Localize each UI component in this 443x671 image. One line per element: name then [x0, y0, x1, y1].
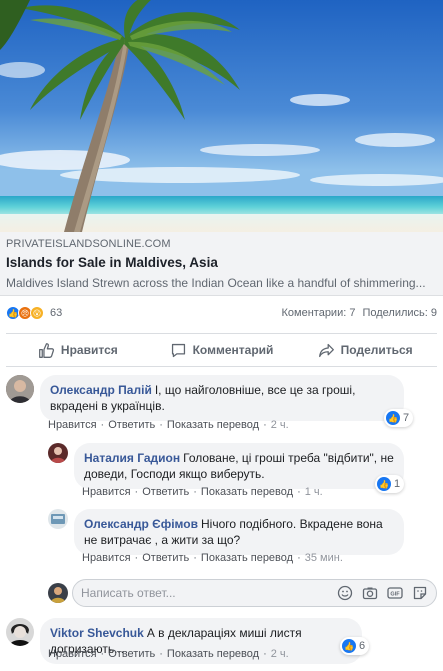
link-title[interactable]: Islands for Sale in Maldives, Asia — [6, 254, 437, 272]
comment-reply-link[interactable]: Ответить — [108, 648, 155, 660]
comment-like-count: 6 — [359, 640, 366, 652]
show-translation-link[interactable]: Показать перевод — [167, 419, 259, 431]
comment-button-label: Комментарий — [192, 343, 274, 357]
link-description: Maldives Island Strewn across the Indian… — [6, 276, 426, 290]
comment-actions: Нравится · Ответить · Показать перевод · 2 … — [48, 648, 289, 660]
svg-text:GIF: GIF — [390, 592, 400, 598]
comment-actions: Нравится · Ответить · Показать перевод · 2 … — [48, 419, 289, 431]
comment-author[interactable]: Наталия Гадион — [84, 451, 180, 465]
reply-comment: Олександр Єфімов Нічого подібного. Вкраде… — [48, 509, 404, 555]
comment-timestamp[interactable]: 2 ч. — [271, 419, 289, 431]
share-button-label: Поделиться — [340, 343, 413, 357]
comment-author[interactable]: Олександр Палій — [50, 383, 152, 397]
thumbs-up-icon — [38, 342, 54, 358]
reactions-summary: 👍 😠 😮 63 Коментарии: 7 Поделились: 9 — [0, 298, 443, 328]
comment-actions: Нравится · Ответить · Показать перевод · 35… — [82, 552, 343, 564]
comment-like-link[interactable]: Нравится — [82, 486, 131, 498]
post-action-bar: Нравится Комментарий Поделиться — [6, 333, 437, 367]
comment-reaction-badge[interactable]: 👍 1 — [375, 475, 405, 493]
sticker-icon[interactable] — [412, 585, 428, 601]
comment-reply-link[interactable]: Ответить — [108, 419, 155, 431]
avatar[interactable] — [6, 375, 34, 403]
reaction-count[interactable]: 63 — [50, 307, 62, 319]
reply-comment: Наталия Гадион Головане, ці гроші треба "… — [48, 443, 404, 489]
comment-reply-link[interactable]: Ответить — [142, 552, 189, 564]
comment-author[interactable]: Viktor Shevchuk — [50, 626, 144, 640]
beach-palm-image — [0, 0, 443, 232]
avatar[interactable] — [6, 618, 34, 646]
comment-timestamp[interactable]: 2 ч. — [271, 648, 289, 660]
comment-reaction-badge[interactable]: 👍 7 — [384, 409, 414, 427]
show-translation-link[interactable]: Показать перевод — [201, 552, 293, 564]
comment-author[interactable]: Олександр Єфімов — [84, 517, 198, 531]
reaction-icons[interactable]: 👍 😠 😮 — [6, 306, 44, 320]
comment-like-link[interactable]: Нравится — [48, 648, 97, 660]
emoji-icon[interactable] — [337, 585, 353, 601]
like-button-label: Нравится — [60, 343, 118, 357]
link-preview-image[interactable] — [0, 0, 443, 232]
reply-input[interactable] — [81, 586, 337, 600]
share-count[interactable]: Поделились: 9 — [362, 307, 437, 319]
camera-icon[interactable] — [362, 585, 378, 601]
comment-reaction-badge[interactable]: 👍 6 — [340, 637, 370, 655]
current-user-avatar — [48, 583, 68, 603]
comment-count[interactable]: Коментарии: 7 — [282, 307, 356, 319]
reply-input-box[interactable]: GIF — [72, 579, 437, 607]
gif-icon[interactable]: GIF — [387, 585, 403, 601]
comment-bubble: Олександр Єфімов Нічого подібного. Вкраде… — [74, 509, 404, 555]
show-translation-link[interactable]: Показать перевод — [167, 648, 259, 660]
link-domain: PRIVATEISLANDSONLINE.COM — [6, 238, 171, 250]
comment-like-count: 1 — [394, 478, 401, 490]
comment-timestamp[interactable]: 1 ч. — [305, 486, 323, 498]
like-button[interactable]: Нравится — [6, 342, 150, 359]
comment-reply-link[interactable]: Ответить — [142, 486, 189, 498]
comment: Олександр Палій І, що найголовніше, все ц… — [6, 375, 404, 421]
wow-icon: 😮 — [30, 306, 44, 320]
like-icon: 👍 — [342, 639, 356, 653]
comment-button[interactable]: Комментарий — [150, 342, 294, 359]
like-icon: 👍 — [377, 477, 391, 491]
comment-bubble: Олександр Палій І, що найголовніше, все ц… — [40, 375, 404, 421]
comment-bubble: Наталия Гадион Головане, ці гроші треба "… — [74, 443, 404, 489]
comment-timestamp[interactable]: 35 мин. — [305, 552, 343, 564]
comment-like-count: 7 — [403, 412, 410, 424]
link-preview[interactable]: PRIVATEISLANDSONLINE.COM Islands for Sal… — [0, 232, 443, 296]
share-button[interactable]: Поделиться — [293, 342, 437, 359]
comment-like-link[interactable]: Нравится — [48, 419, 97, 431]
like-icon: 👍 — [386, 411, 400, 425]
avatar[interactable] — [48, 509, 68, 529]
share-icon — [318, 343, 334, 357]
avatar[interactable] — [48, 443, 68, 463]
comment-icon — [171, 343, 185, 357]
comment-like-link[interactable]: Нравится — [82, 552, 131, 564]
comment-actions: Нравится · Ответить · Показать перевод · 1 … — [82, 486, 323, 498]
show-translation-link[interactable]: Показать перевод — [201, 486, 293, 498]
